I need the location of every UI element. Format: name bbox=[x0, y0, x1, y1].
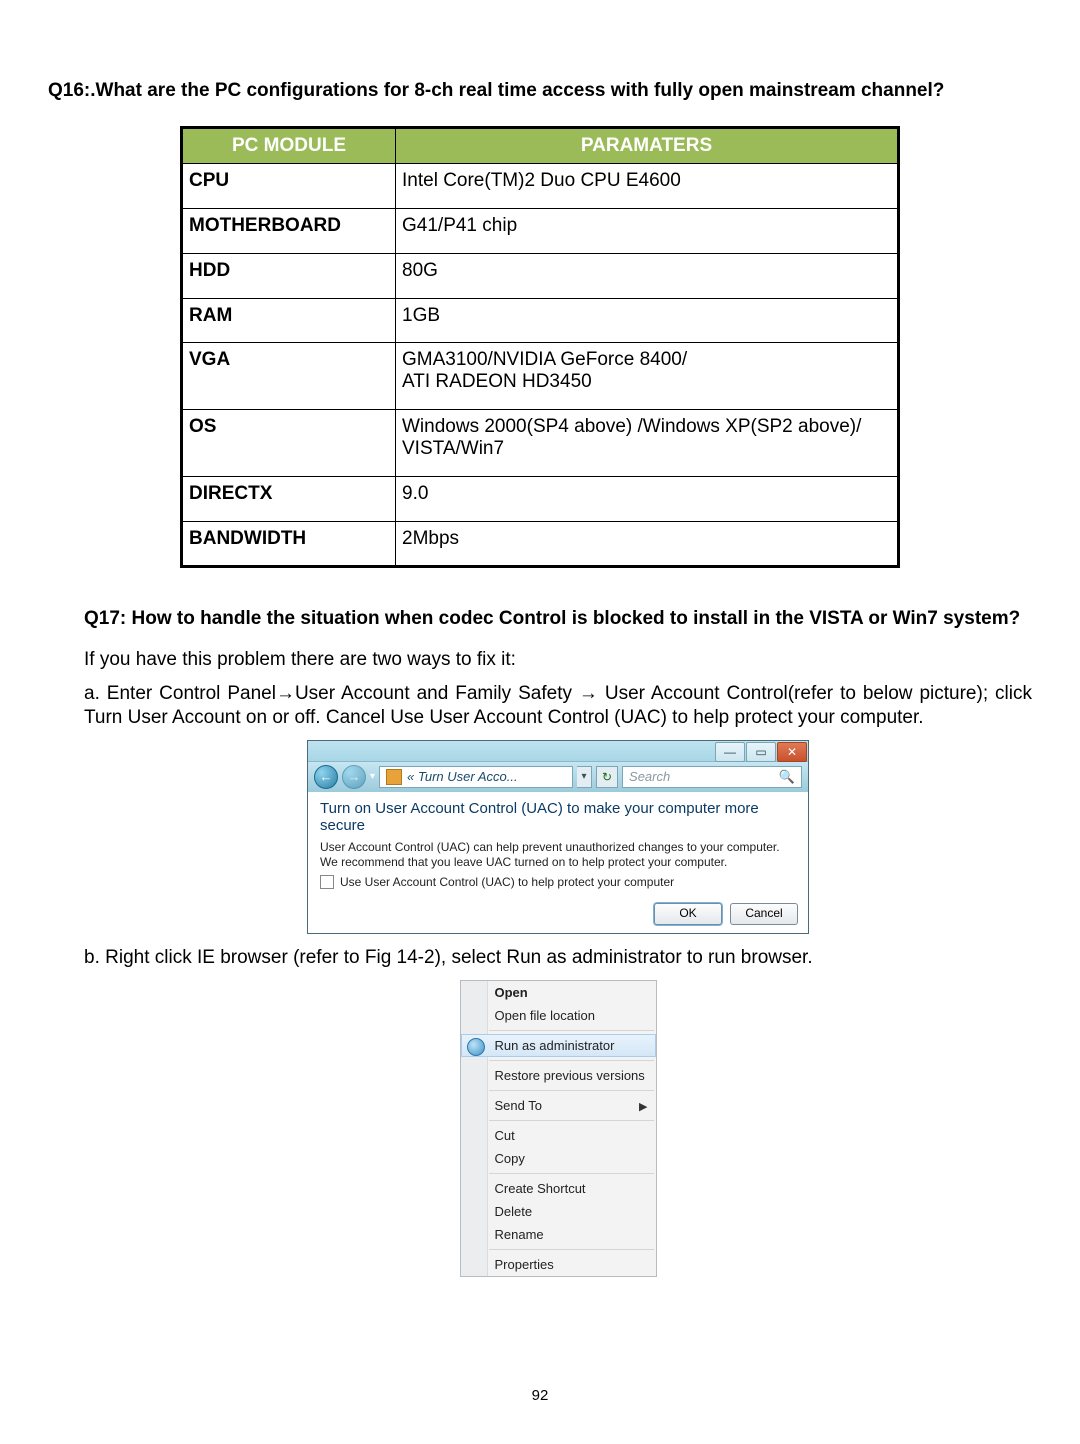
window-navbar: ← → ▾ « Turn User Acco... ▾ ↻ Search 🔍 bbox=[308, 762, 808, 792]
minimize-button[interactable]: — bbox=[715, 742, 745, 762]
separator bbox=[489, 1173, 654, 1174]
ctx-cut[interactable]: Cut bbox=[461, 1124, 656, 1147]
ctx-delete[interactable]: Delete bbox=[461, 1200, 656, 1223]
ctx-copy[interactable]: Copy bbox=[461, 1147, 656, 1170]
maximize-button[interactable]: ▭ bbox=[746, 742, 776, 762]
cancel-button[interactable]: Cancel bbox=[730, 903, 798, 925]
refresh-button[interactable]: ↻ bbox=[596, 766, 618, 788]
uac-heading: Turn on User Account Control (UAC) to ma… bbox=[320, 800, 796, 834]
q17-intro: If you have this problem there are two w… bbox=[84, 648, 1032, 672]
forward-button[interactable]: → bbox=[342, 765, 366, 789]
q17-step-b: b. Right click IE browser (refer to Fig … bbox=[84, 946, 1032, 970]
submenu-arrow-icon: ▶ bbox=[639, 1100, 647, 1113]
breadcrumb-text: « Turn User Acco... bbox=[407, 769, 518, 784]
search-input[interactable]: Search 🔍 bbox=[622, 766, 802, 788]
q16-heading: Q16:.What are the PC configurations for … bbox=[48, 80, 1032, 102]
folder-icon bbox=[386, 769, 402, 785]
search-placeholder: Search bbox=[629, 769, 670, 784]
uac-checkbox-label: Use User Account Control (UAC) to help p… bbox=[340, 875, 674, 889]
window-titlebar: — ▭ ✕ bbox=[308, 741, 808, 762]
uac-checkbox-row[interactable]: Use User Account Control (UAC) to help p… bbox=[320, 875, 796, 889]
ctx-rename[interactable]: Rename bbox=[461, 1223, 656, 1246]
checkbox-icon[interactable] bbox=[320, 875, 334, 889]
table-row: OSWindows 2000(SP4 above) /Windows XP(SP… bbox=[182, 410, 899, 477]
separator bbox=[489, 1060, 654, 1061]
ctx-create-shortcut[interactable]: Create Shortcut bbox=[461, 1177, 656, 1200]
separator bbox=[489, 1030, 654, 1031]
ctx-properties[interactable]: Properties bbox=[461, 1253, 656, 1276]
ctx-run-as-administrator[interactable]: Run as administrator bbox=[461, 1034, 656, 1057]
table-row: MOTHERBOARDG41/P41 chip bbox=[182, 208, 899, 253]
ctx-open-file-location[interactable]: Open file location bbox=[461, 1004, 656, 1027]
chevron-down-icon[interactable]: ▾ bbox=[370, 771, 375, 782]
table-row: HDD80G bbox=[182, 253, 899, 298]
close-button[interactable]: ✕ bbox=[777, 742, 807, 762]
table-row: RAM1GB bbox=[182, 298, 899, 343]
separator bbox=[489, 1120, 654, 1121]
uac-window: — ▭ ✕ ← → ▾ « Turn User Acco... ▾ ↻ Sear… bbox=[307, 740, 809, 934]
breadcrumb-dropdown[interactable]: ▾ bbox=[577, 766, 592, 788]
table-row: DIRECTX9.0 bbox=[182, 476, 899, 521]
separator bbox=[489, 1090, 654, 1091]
th-module: PC MODULE bbox=[182, 128, 396, 164]
q17-step-a: a. Enter Control Panel→User Account and … bbox=[84, 682, 1032, 730]
shield-icon bbox=[467, 1038, 485, 1056]
th-params: PARAMATERS bbox=[396, 128, 899, 164]
spec-table: PC MODULE PARAMATERS CPUIntel Core(TM)2 … bbox=[180, 126, 900, 568]
ctx-restore-previous-versions[interactable]: Restore previous versions bbox=[461, 1064, 656, 1087]
page-number: 92 bbox=[48, 1387, 1032, 1404]
q17-heading: Q17: How to handle the situation when co… bbox=[84, 608, 1032, 630]
back-button[interactable]: ← bbox=[314, 765, 338, 789]
search-icon: 🔍 bbox=[779, 769, 795, 785]
ctx-send-to[interactable]: Send To ▶ bbox=[461, 1094, 656, 1117]
separator bbox=[489, 1249, 654, 1250]
uac-body-text: User Account Control (UAC) can help prev… bbox=[320, 840, 796, 871]
table-row: CPUIntel Core(TM)2 Duo CPU E4600 bbox=[182, 164, 899, 209]
table-row: BANDWIDTH2Mbps bbox=[182, 521, 899, 567]
ctx-open[interactable]: Open bbox=[461, 981, 656, 1004]
breadcrumb[interactable]: « Turn User Acco... bbox=[379, 766, 573, 788]
context-menu: Open Open file location Run as administr… bbox=[460, 980, 657, 1277]
ok-button[interactable]: OK bbox=[654, 903, 722, 925]
table-row: VGAGMA3100/NVIDIA GeForce 8400/ ATI RADE… bbox=[182, 343, 899, 410]
